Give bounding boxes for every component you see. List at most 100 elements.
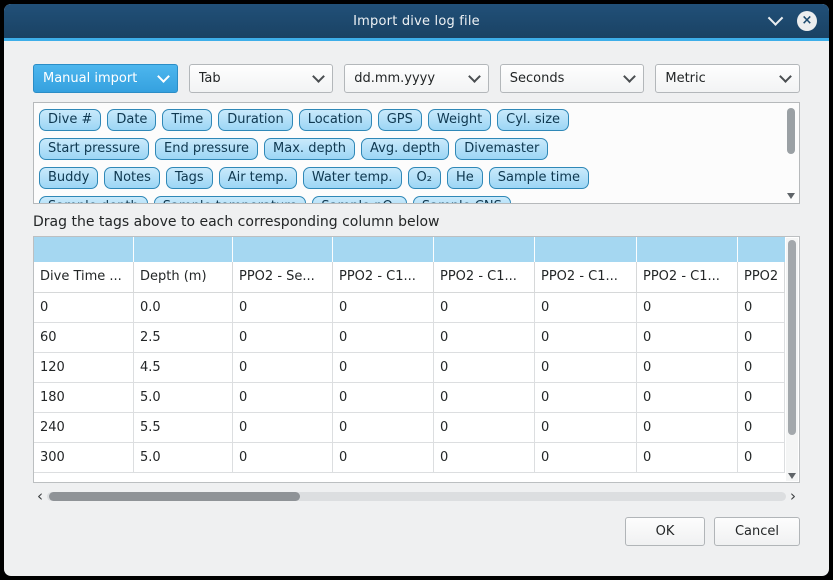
tag-water-temp[interactable]: Water temp. xyxy=(303,167,402,189)
table-cell: 0 xyxy=(637,413,738,443)
drop-target-cell[interactable] xyxy=(738,237,785,262)
scrollbar-thumb[interactable] xyxy=(49,492,300,501)
combo-value: dd.mm.yyyy xyxy=(354,71,435,86)
table-row: 00.0000000 xyxy=(34,293,785,323)
table-cell: 0 xyxy=(233,353,333,383)
column-header: PPO2 - C1... xyxy=(333,262,434,293)
tag-cyl-size[interactable]: Cyl. size xyxy=(497,109,569,131)
table-cell: 0 xyxy=(738,383,785,413)
scroll-down-icon[interactable] xyxy=(788,473,796,479)
scrollbar-track[interactable] xyxy=(47,492,786,501)
table-cell: 120 xyxy=(34,353,134,383)
drop-target-band xyxy=(34,237,785,262)
combo-date-format[interactable]: dd.mm.yyyy xyxy=(344,64,489,93)
tag-notes[interactable]: Notes xyxy=(104,167,160,189)
table-cell: 2.5 xyxy=(134,323,233,353)
table-cell: 0 xyxy=(333,413,434,443)
table-cell: 0 xyxy=(333,443,434,473)
table-cell: 0 xyxy=(233,323,333,353)
ok-button[interactable]: OK xyxy=(625,517,705,546)
cancel-button[interactable]: Cancel xyxy=(714,517,800,546)
tag-buddy[interactable]: Buddy xyxy=(39,167,98,189)
table-cell: 0 xyxy=(738,443,785,473)
tag-sample-time[interactable]: Sample time xyxy=(489,167,589,189)
table-row: 2405.5000000 xyxy=(34,413,785,443)
drop-target-cell[interactable] xyxy=(535,237,637,262)
combo-value: Metric xyxy=(665,71,705,86)
drop-target-cell[interactable] xyxy=(333,237,434,262)
tag-date[interactable]: Date xyxy=(107,109,156,131)
table-cell: 0 xyxy=(333,353,434,383)
table-row: 1805.0000000 xyxy=(34,383,785,413)
table-cell: 0 xyxy=(738,293,785,323)
tag-divemaster[interactable]: Divemaster xyxy=(455,138,548,160)
table-cell: 300 xyxy=(34,443,134,473)
drop-target-cell[interactable] xyxy=(233,237,333,262)
table-cell: 5.0 xyxy=(134,443,233,473)
close-icon[interactable]: × xyxy=(797,11,817,31)
table-columns: Dive Time ...Depth (m)PPO2 - Se...PPO2 -… xyxy=(34,237,785,473)
table-cell: 5.5 xyxy=(134,413,233,443)
table-row: 1204.5000000 xyxy=(34,353,785,383)
combo-import-mode[interactable]: Manual import xyxy=(33,64,178,93)
tag-start-pressure[interactable]: Start pressure xyxy=(39,138,149,160)
tag-duration[interactable]: Duration xyxy=(218,109,292,131)
combo-units[interactable]: Metric xyxy=(655,64,800,93)
chevron-down-icon xyxy=(624,70,637,83)
table-horizontal-scrollbar[interactable]: ‹ › xyxy=(33,489,800,504)
tag-gps[interactable]: GPS xyxy=(378,109,422,131)
tag-avg-depth[interactable]: Avg. depth xyxy=(361,138,449,160)
drop-target-cell[interactable] xyxy=(34,237,134,262)
table-cell: 0 xyxy=(535,353,637,383)
scroll-left-icon[interactable]: ‹ xyxy=(33,489,47,504)
tag-end-pressure[interactable]: End pressure xyxy=(155,138,258,160)
table-cell: 5.0 xyxy=(134,383,233,413)
tag-location[interactable]: Location xyxy=(299,109,372,131)
tag-row: Dive # Date Time Duration Location GPS Weight C… xyxy=(39,109,777,131)
tag-dive[interactable]: Dive # xyxy=(39,109,101,131)
tag-air-temp[interactable]: Air temp. xyxy=(219,167,297,189)
table-cell: 0 xyxy=(233,413,333,443)
table-cell: 0 xyxy=(637,323,738,353)
tag-sample-temperature[interactable]: Sample temperature xyxy=(154,196,307,204)
table-row: 602.5000000 xyxy=(34,323,785,353)
chevron-down-icon[interactable] xyxy=(768,10,784,26)
table-cell: 0 xyxy=(34,293,134,323)
scroll-right-icon[interactable]: › xyxy=(786,489,800,504)
tag-tags[interactable]: Tags xyxy=(166,167,213,189)
tag-sample-po[interactable]: Sample pO₂ xyxy=(312,196,407,204)
tag-row: Buddy Notes Tags Air temp. Water temp. O₂ He Sa… xyxy=(39,167,777,189)
tag-sample-depth[interactable]: Sample depth xyxy=(39,196,148,204)
scrollbar-thumb[interactable] xyxy=(788,240,796,435)
drop-target-cell[interactable] xyxy=(134,237,233,262)
titlebar-buttons: × xyxy=(770,4,817,38)
scroll-down-icon[interactable] xyxy=(787,193,795,199)
column-header: PPO2 - C1... xyxy=(535,262,637,293)
combo-field-separator[interactable]: Tab xyxy=(189,64,334,93)
table-row: 3005.0000000 xyxy=(34,443,785,473)
combo-value: Manual import xyxy=(43,71,137,86)
scrollbar-thumb[interactable] xyxy=(787,108,795,154)
combo-duration-format[interactable]: Seconds xyxy=(500,64,645,93)
table-cell: 0 xyxy=(434,293,535,323)
tag-time[interactable]: Time xyxy=(162,109,212,131)
chevron-down-icon xyxy=(468,70,481,83)
import-preview-table: Dive Time ...Depth (m)PPO2 - Se...PPO2 -… xyxy=(33,236,800,483)
tags-vertical-scrollbar[interactable] xyxy=(785,105,797,201)
table-cell: 0 xyxy=(637,443,738,473)
tag-sample-cns[interactable]: Sample CNS xyxy=(413,196,511,204)
drop-target-cell[interactable] xyxy=(637,237,738,262)
table-cell: 240 xyxy=(34,413,134,443)
tag-list: Dive # Date Time Duration Location GPS Weight C… xyxy=(33,102,800,204)
titlebar[interactable]: Import dive log file × xyxy=(4,4,829,38)
tag-o[interactable]: O₂ xyxy=(408,167,441,189)
dialog-buttons: OK Cancel xyxy=(33,517,800,546)
table-cell: 0 xyxy=(738,323,785,353)
table-cell: 0 xyxy=(333,293,434,323)
tag-weight[interactable]: Weight xyxy=(428,109,491,131)
table-cell: 0.0 xyxy=(134,293,233,323)
table-vertical-scrollbar[interactable] xyxy=(786,238,798,481)
tag-max-depth[interactable]: Max. depth xyxy=(264,138,355,160)
drop-target-cell[interactable] xyxy=(434,237,535,262)
tag-he[interactable]: He xyxy=(447,167,483,189)
